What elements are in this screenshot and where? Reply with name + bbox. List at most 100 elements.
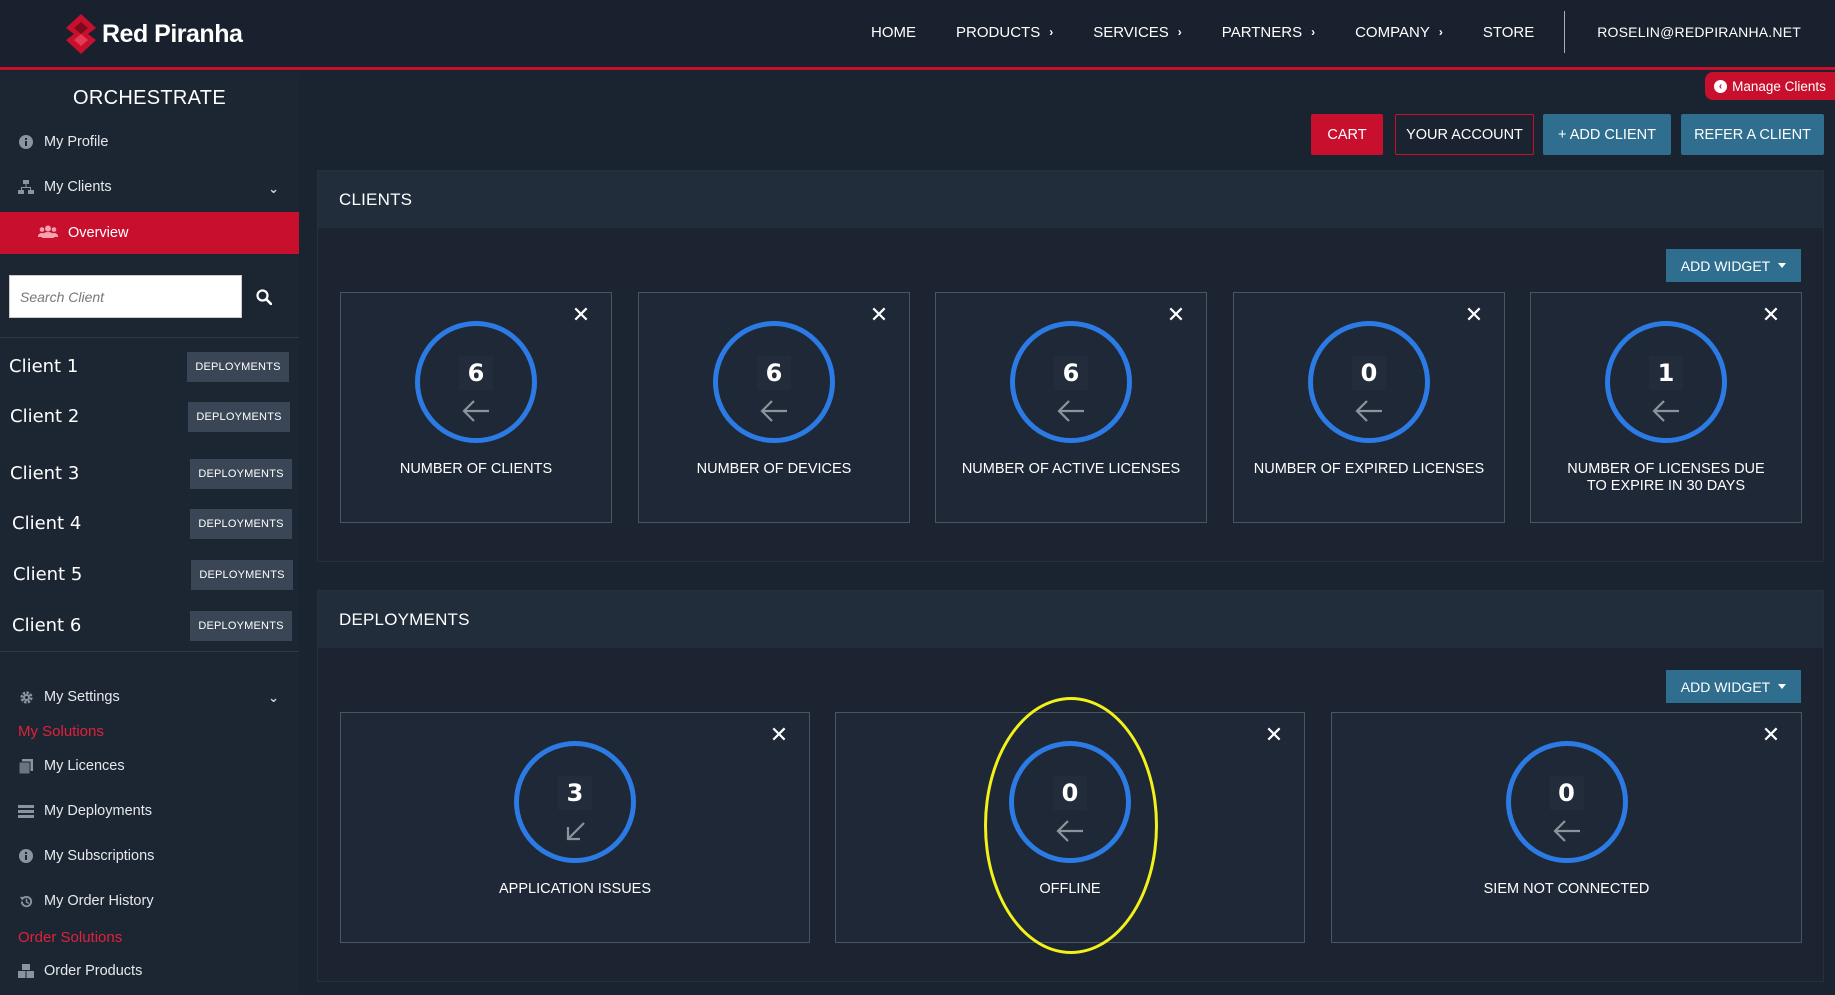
user-account-link[interactable]: ROSELIN@REDPIRANHA.NET <box>1597 24 1801 40</box>
manage-clients-button[interactable]: ‹ Manage Clients <box>1705 72 1835 100</box>
chevron-right-icon: › <box>1438 25 1443 39</box>
deployments-panel: DEPLOYMENTS ADD WIDGET ✕ 3 APPLICATION I… <box>317 590 1824 982</box>
metric-value: 1 <box>1649 356 1683 390</box>
top-bar: Red Piranha HOME PRODUCTS › SERVICES › PAR… <box>0 0 1835 70</box>
metric-ring: 6 <box>1010 321 1132 443</box>
search-button[interactable] <box>250 283 278 311</box>
main-nav: HOME PRODUCTS › SERVICES › PARTNERS › COMPA… <box>831 0 1835 64</box>
gear-icon <box>18 689 34 705</box>
close-icon[interactable]: ✕ <box>571 304 591 326</box>
widget-licenses-due-to-expire: ✕ 1 NUMBER OF LICENSES DUE TO EXPIRE IN … <box>1530 292 1802 523</box>
metric-ring: 6 <box>713 321 835 443</box>
deployments-icon <box>18 803 34 819</box>
client-row-2: Client 2 DEPLOYMENTS <box>0 397 299 437</box>
close-icon[interactable]: ✕ <box>1166 304 1186 326</box>
widget-number-of-active-licenses: ✕ 6 NUMBER OF ACTIVE LICENSES <box>935 292 1207 523</box>
arrow-left-icon <box>1552 820 1580 842</box>
metric-value: 6 <box>1054 356 1088 390</box>
widget-number-of-devices: ✕ 6 NUMBER OF DEVICES <box>638 292 910 523</box>
sidebar-item-order-products[interactable]: Order Products <box>18 963 142 979</box>
metric-label: NUMBER OF ACTIVE LICENSES <box>961 461 1181 477</box>
cart-button[interactable]: CART <box>1311 114 1383 155</box>
sidebar-item-my-profile[interactable]: My Profile <box>18 134 108 150</box>
nav-company[interactable]: COMPANY › <box>1355 24 1443 41</box>
sidebar-divider <box>0 651 299 652</box>
close-icon[interactable]: ✕ <box>869 304 889 326</box>
sidebar-item-my-licences[interactable]: My Licences <box>18 758 125 774</box>
metric-value: 0 <box>1053 776 1087 810</box>
client-name-link[interactable]: Client 3 <box>10 463 79 484</box>
close-icon[interactable]: ✕ <box>769 724 789 746</box>
metric-ring: 0 <box>1505 741 1628 863</box>
boxes-icon <box>18 963 34 979</box>
client-deployments-button[interactable]: DEPLOYMENTS <box>187 352 289 382</box>
metric-ring: 0 <box>1009 741 1131 863</box>
brand-logo[interactable]: Red Piranha <box>66 12 243 56</box>
widget-siem-not-connected: ✕ 0 SIEM NOT CONNECTED <box>1331 712 1802 943</box>
chevron-right-icon: › <box>1177 25 1182 39</box>
client-name-link[interactable]: Client 2 <box>10 406 79 427</box>
arrow-left-icon <box>1355 400 1382 422</box>
metric-ring: 1 <box>1605 321 1727 443</box>
sidebar-item-my-clients[interactable]: My Clients <box>18 179 280 195</box>
caret-down-icon <box>1778 263 1787 268</box>
info-icon <box>18 134 34 150</box>
refer-client-button[interactable]: REFER A CLIENT <box>1681 114 1824 155</box>
client-deployments-button[interactable]: DEPLOYMENTS <box>190 459 292 489</box>
metric-value: 6 <box>459 356 493 390</box>
metric-value: 0 <box>1352 356 1386 390</box>
client-name-link[interactable]: Client 1 <box>9 356 78 377</box>
sidebar-item-overview[interactable]: Overview <box>0 212 299 254</box>
client-deployments-button[interactable]: DEPLOYMENTS <box>190 509 292 539</box>
sidebar-item-my-subscriptions[interactable]: My Subscriptions <box>18 848 154 864</box>
metric-value: 3 <box>558 776 592 810</box>
sidebar: ORCHESTRATE My Profile My Clients ⌄ Over… <box>0 73 299 995</box>
arrow-left-icon <box>1652 400 1679 422</box>
your-account-button[interactable]: YOUR ACCOUNT <box>1395 114 1534 155</box>
add-client-button[interactable]: + ADD CLIENT <box>1543 114 1671 155</box>
nav-home[interactable]: HOME <box>871 24 916 41</box>
client-row-6: Client 6 DEPLOYMENTS <box>0 606 299 646</box>
order-solutions-heading: Order Solutions <box>18 929 123 946</box>
arrow-left-icon <box>1057 400 1084 422</box>
client-name-link[interactable]: Client 5 <box>13 564 82 585</box>
client-deployments-button[interactable]: DEPLOYMENTS <box>190 611 292 641</box>
piranha-logo-icon <box>66 14 96 54</box>
close-icon[interactable]: ✕ <box>1264 724 1284 746</box>
nav-partners[interactable]: PARTNERS › <box>1222 24 1315 41</box>
chevron-down-icon[interactable]: ⌄ <box>268 690 279 706</box>
metric-value: 6 <box>757 356 791 390</box>
sidebar-item-my-deployments[interactable]: My Deployments <box>18 803 152 819</box>
search-client-input[interactable] <box>10 276 241 317</box>
client-name-link[interactable]: Client 6 <box>12 615 81 636</box>
widget-application-issues: ✕ 3 APPLICATION ISSUES <box>340 712 810 943</box>
info-icon <box>18 848 34 864</box>
search-icon <box>256 289 272 305</box>
caret-down-icon <box>1778 684 1787 689</box>
sidebar-item-my-settings[interactable]: My Settings <box>18 689 280 705</box>
nav-store[interactable]: STORE <box>1483 24 1534 41</box>
add-widget-button[interactable]: ADD WIDGET <box>1666 249 1801 282</box>
close-icon[interactable]: ✕ <box>1761 304 1781 326</box>
metric-ring: 6 <box>415 321 537 443</box>
history-icon <box>18 893 34 909</box>
client-deployments-button[interactable]: DEPLOYMENTS <box>188 402 290 432</box>
metric-value: 0 <box>1549 776 1584 810</box>
close-icon[interactable]: ✕ <box>1761 724 1781 746</box>
nav-services[interactable]: SERVICES › <box>1093 24 1182 41</box>
client-deployments-button[interactable]: DEPLOYMENTS <box>191 560 293 590</box>
metric-label: OFFLINE <box>1039 881 1101 897</box>
arrow-down-left-icon <box>566 822 585 841</box>
nav-products[interactable]: PRODUCTS › <box>956 24 1053 41</box>
add-widget-button[interactable]: ADD WIDGET <box>1666 670 1801 703</box>
metric-label: APPLICATION ISSUES <box>498 881 652 897</box>
chevron-left-circle-icon: ‹ <box>1714 79 1728 93</box>
chevron-down-icon[interactable]: ⌄ <box>268 181 279 197</box>
client-row-3: Client 3 DEPLOYMENTS <box>0 454 299 494</box>
client-name-link[interactable]: Client 4 <box>12 513 81 534</box>
client-row-1: Client 1 DEPLOYMENTS <box>0 347 299 387</box>
sidebar-item-my-order-history[interactable]: My Order History <box>18 893 154 909</box>
metric-label: NUMBER OF DEVICES <box>696 461 852 477</box>
metric-label: NUMBER OF CLIENTS <box>399 461 553 477</box>
close-icon[interactable]: ✕ <box>1464 304 1484 326</box>
